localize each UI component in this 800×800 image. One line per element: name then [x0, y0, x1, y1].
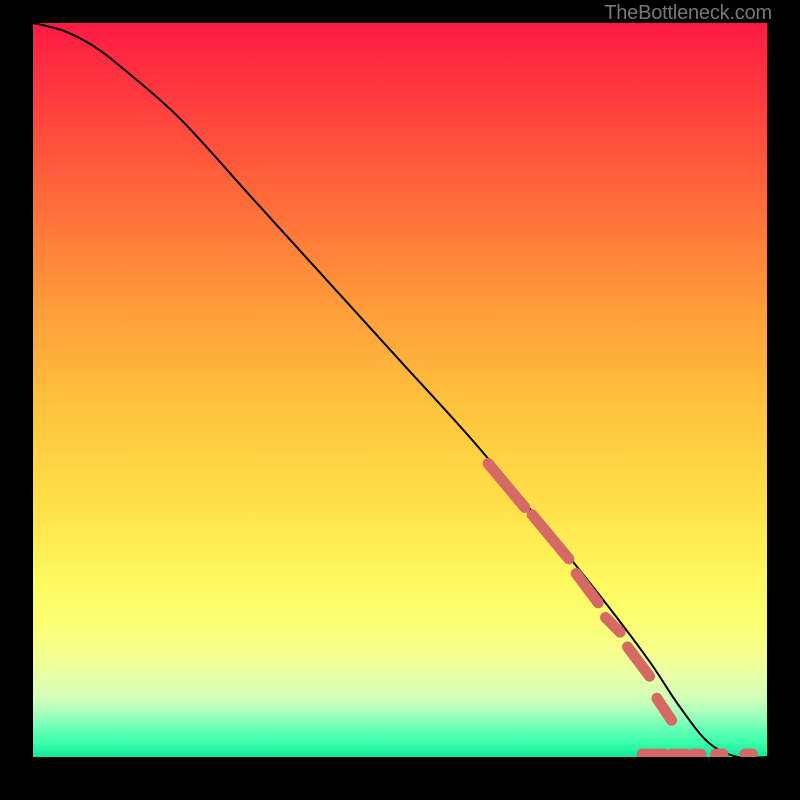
chart-svg [33, 23, 767, 757]
marker-segment [628, 647, 650, 676]
marker-segment [657, 698, 672, 720]
attribution-text: TheBottleneck.com [604, 2, 772, 25]
marker-segment [488, 463, 525, 507]
marker-segment [532, 515, 569, 559]
bottleneck-curve [33, 23, 767, 757]
chart-frame [33, 23, 767, 757]
intersection-markers [488, 463, 752, 754]
